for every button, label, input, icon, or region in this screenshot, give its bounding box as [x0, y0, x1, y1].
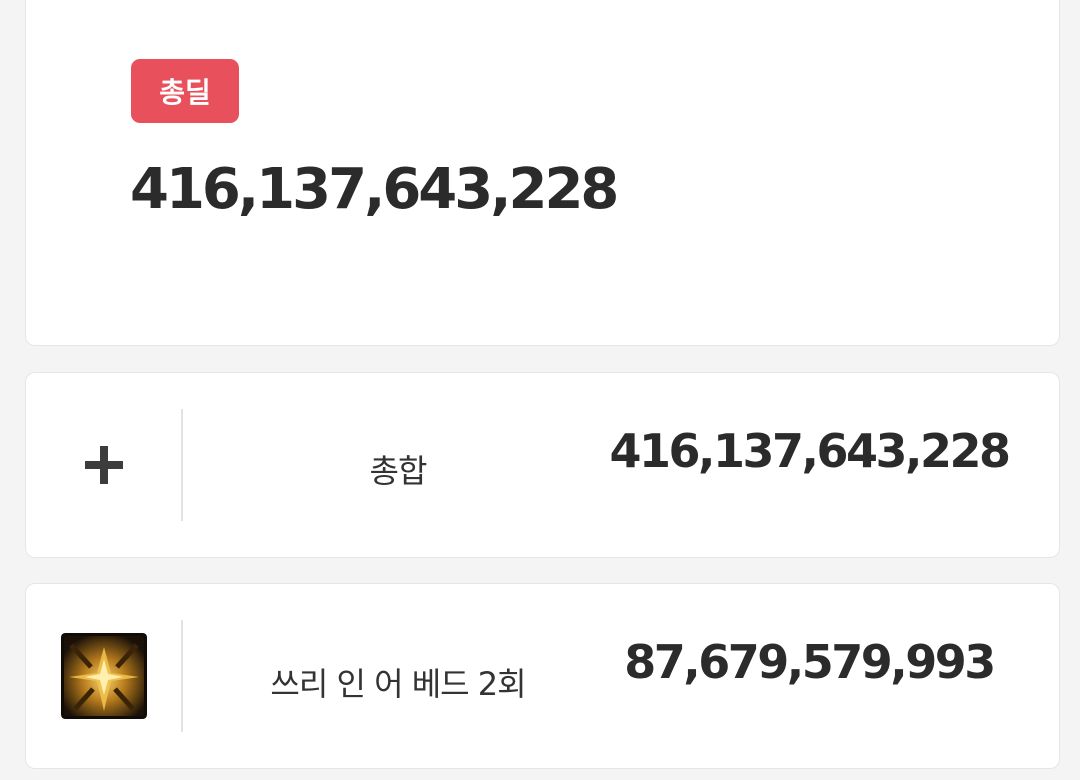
damage-row-total[interactable]: 총합 416,137,643,228: [25, 372, 1060, 558]
total-damage-value: 416,137,643,228: [130, 157, 619, 222]
row-icon-cell: [26, 584, 181, 768]
row-value: 416,137,643,228: [609, 424, 1011, 478]
row-value: 87,679,579,993: [624, 635, 996, 689]
plus-icon: [84, 446, 123, 484]
row-label: 총합: [369, 452, 428, 490]
row-label: 쓰리 인 어 베드 2회: [270, 665, 526, 703]
row-icon-cell: [26, 373, 181, 557]
damage-row-skill[interactable]: 쓰리 인 어 베드 2회 87,679,579,993: [25, 583, 1060, 769]
total-damage-card: 총딜 416,137,643,228: [25, 0, 1060, 346]
total-damage-badge: 총딜: [131, 59, 239, 123]
skill-icon: [60, 633, 147, 719]
